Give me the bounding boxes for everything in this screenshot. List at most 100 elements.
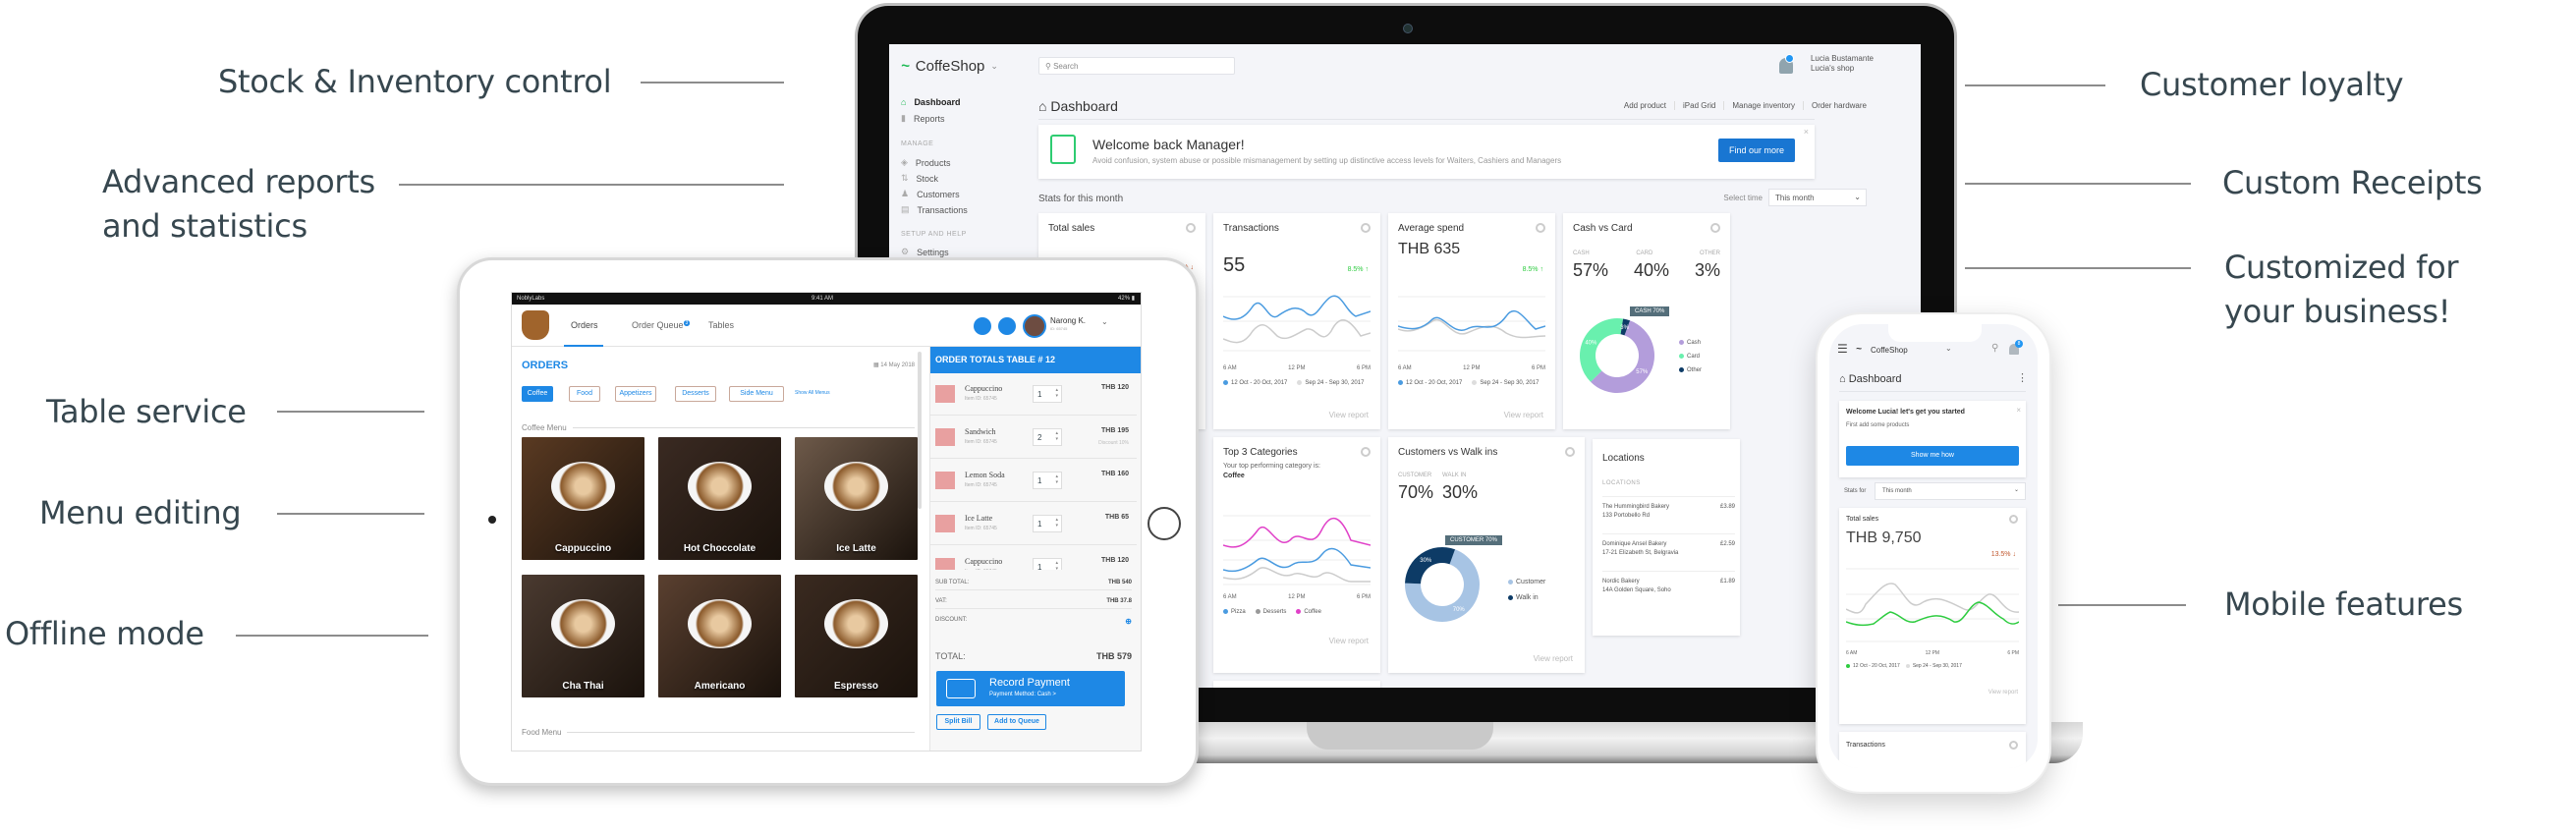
show-me-how-button[interactable]: Show me how	[1846, 446, 2019, 466]
view-report-link[interactable]: View report	[1534, 654, 1573, 663]
sidebar-item-products[interactable]: ◈ Products	[901, 157, 950, 168]
label: TOTAL:	[935, 651, 966, 661]
tab-orders[interactable]: Orders	[571, 320, 598, 330]
view-report-link[interactable]: View report	[1504, 411, 1543, 419]
sidebar-item-stock[interactable]: ⇅ Stock	[901, 173, 938, 184]
tab-tables[interactable]: Tables	[708, 320, 734, 330]
button-label: Record Payment	[989, 677, 1070, 689]
item-price: THB 195	[1100, 427, 1129, 434]
stepper-arrows-icon[interactable]: ▴ ▾	[1055, 560, 1058, 570]
location-row[interactable]: Nordic Bakery 14A Golden Square, Soho £1.8…	[1602, 571, 1735, 595]
chevron-down-icon[interactable]: ⌄	[1101, 317, 1108, 326]
sidebar-item-dashboard[interactable]: ⌂ Dashboard	[901, 97, 960, 107]
menu-item-tile[interactable]: Cappuccino	[522, 437, 644, 560]
chevron-down-icon[interactable]: ⌄	[1945, 344, 1952, 353]
drink-image	[551, 599, 615, 648]
brand-name[interactable]: CoffeShop	[1871, 346, 1908, 355]
quantity-stepper[interactable]: 1 ▴ ▾	[1033, 515, 1062, 532]
sidebar-item-settings[interactable]: ⚙ Settings	[901, 247, 949, 257]
page-title-text: Dashboard	[1050, 98, 1118, 114]
gear-icon[interactable]	[1361, 223, 1371, 233]
tab-order-queue[interactable]: Order Queue 3	[632, 320, 691, 330]
trash-icon[interactable]	[935, 515, 955, 532]
manage-inventory-link[interactable]: Manage inventory	[1723, 101, 1795, 110]
search-input[interactable]: ⚲ Search	[1038, 57, 1235, 75]
menu-item-tile[interactable]: Hot Choccolate	[658, 437, 781, 560]
category-coffee[interactable]: Coffee	[522, 386, 553, 402]
quantity-stepper[interactable]: 1 ▴ ▾	[1033, 558, 1062, 570]
gear-icon[interactable]	[1186, 223, 1196, 233]
menu-item-tile[interactable]: Cha Thai	[522, 575, 644, 697]
brand-switcher[interactable]: ~ CoffeShop ⌄	[901, 58, 998, 75]
close-icon[interactable]: ×	[1804, 127, 1809, 137]
close-icon[interactable]: ×	[2016, 406, 2021, 415]
gear-icon[interactable]	[1710, 223, 1720, 233]
menu-item-tile[interactable]: Ice Latte	[795, 437, 918, 560]
stepper-arrows-icon[interactable]: ▴ ▾	[1055, 517, 1058, 529]
view-report-link[interactable]: View report	[1329, 411, 1369, 419]
more-vertical-icon[interactable]: ⋮	[2017, 371, 2028, 384]
bell-icon[interactable]: 8	[2009, 340, 2023, 355]
line-chart	[1223, 515, 1371, 585]
ipad-grid-link[interactable]: iPad Grid	[1674, 101, 1715, 110]
stepper-arrows-icon[interactable]: ▴ ▾	[1055, 473, 1058, 485]
quantity-stepper[interactable]: 1 ▴ ▾	[1033, 385, 1062, 403]
sidebar-item-reports[interactable]: ▮ Reports	[901, 113, 944, 124]
stepper-arrows-icon[interactable]: ▴ ▾	[1055, 387, 1058, 399]
add-to-queue-button[interactable]: Add to Queue	[987, 714, 1046, 730]
trash-icon[interactable]	[935, 428, 955, 446]
page-title: ⌂ Dashboard	[1839, 373, 1902, 385]
quantity-stepper[interactable]: 2 ▴ ▾	[1033, 428, 1062, 446]
trash-icon[interactable]	[935, 385, 955, 403]
view-report-link[interactable]: View report	[1329, 637, 1369, 645]
item-name: Sandwich	[965, 427, 996, 436]
view-report-link[interactable]: View report	[1988, 690, 2018, 696]
user-menu[interactable]: Lucia Bustamante Lucia's shop	[1811, 54, 1874, 74]
stats-for-label: Stats for	[1844, 488, 1867, 494]
stepper-arrows-icon[interactable]: ▴ ▾	[1055, 430, 1058, 442]
tablet-camera	[488, 516, 496, 524]
gear-icon[interactable]	[2009, 741, 2018, 750]
carrier: NoblyLabs	[517, 296, 545, 302]
location-row[interactable]: The Hummingbird Bakery 133 Portobello Rd £…	[1602, 496, 1735, 521]
show-all-menus-link[interactable]: Show All Menus	[795, 390, 830, 396]
location-row[interactable]: Dominique Ansel Bakery 17-21 Elizabeth St…	[1602, 533, 1735, 558]
search-icon[interactable]	[998, 317, 1016, 335]
category-desserts[interactable]: Desserts	[675, 386, 716, 402]
category-food[interactable]: Food	[569, 386, 600, 402]
menu-item-tile[interactable]: Espresso	[795, 575, 918, 697]
find-out-more-button[interactable]: Find our more	[1718, 139, 1795, 162]
drink-image	[688, 599, 752, 648]
qty: 1	[1037, 563, 1042, 570]
trash-icon[interactable]	[935, 558, 955, 570]
sidebar-item-transactions[interactable]: ▤ Transactions	[901, 204, 968, 215]
chevron-down-icon: ⌄	[990, 61, 998, 71]
gear-icon[interactable]	[2009, 515, 2018, 524]
gear-icon[interactable]	[1565, 447, 1575, 457]
add-discount-icon[interactable]: ⊕	[1125, 617, 1132, 626]
category-side-menu[interactable]: Side Menu	[729, 386, 784, 402]
trash-icon[interactable]	[935, 472, 955, 489]
add-product-link[interactable]: Add product	[1616, 101, 1666, 110]
bell-icon[interactable]	[974, 317, 991, 335]
gear-icon[interactable]	[1536, 223, 1545, 233]
menu-item-tile[interactable]: Americano	[658, 575, 781, 697]
feature-connector	[277, 411, 424, 413]
category-appetizers[interactable]: Appetizers	[615, 386, 656, 402]
tablet-home-button[interactable]	[1148, 507, 1181, 540]
avatar[interactable]	[1023, 314, 1046, 338]
calendar-icon	[1050, 135, 1076, 164]
time-select[interactable]: This month ⌄	[1768, 189, 1867, 206]
sidebar-item-customers[interactable]: ♟ Customers	[901, 189, 960, 199]
search-icon[interactable]: ⚲	[1991, 343, 1998, 354]
hamburger-icon[interactable]: ☰	[1837, 342, 1848, 356]
split-bill-button[interactable]: Split Bill	[936, 714, 980, 730]
donut-slice[interactable]	[1405, 547, 1456, 584]
scrollbar[interactable]	[918, 352, 922, 509]
gear-icon[interactable]	[1361, 447, 1371, 457]
quantity-stepper[interactable]: 1 ▴ ▾	[1033, 472, 1062, 489]
stats-select[interactable]: This month ⌄	[1875, 482, 2026, 500]
notification-bell-icon[interactable]	[1779, 54, 1794, 74]
order-hardware-link[interactable]: Order hardware	[1802, 101, 1867, 110]
record-payment-button[interactable]: Record Payment Payment Method: Cash >	[936, 671, 1125, 706]
